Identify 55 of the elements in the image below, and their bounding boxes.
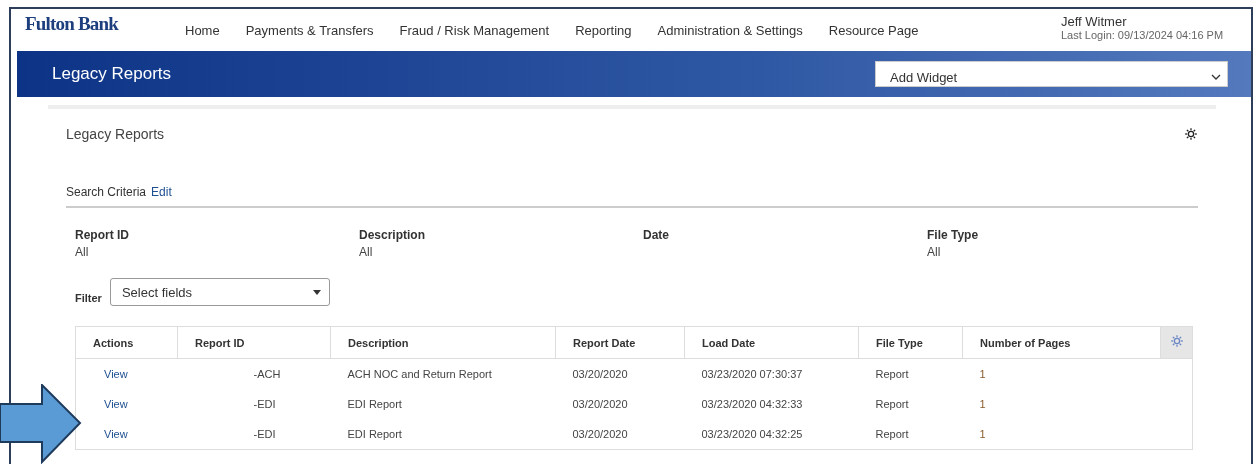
bank-logo[interactable]: Fulton Bank bbox=[25, 13, 185, 35]
table-cell-text: EDI Report bbox=[346, 397, 403, 412]
view-link[interactable]: View bbox=[104, 368, 128, 380]
view-link[interactable]: View bbox=[104, 398, 128, 410]
edit-link[interactable]: Edit bbox=[151, 185, 172, 199]
column-header: File Type bbox=[858, 326, 963, 359]
nav-link[interactable]: Reporting bbox=[575, 22, 632, 38]
nav-link[interactable]: Payments & Transfers bbox=[245, 22, 374, 38]
criteria-value: All bbox=[927, 245, 942, 259]
criteria-label: File Type bbox=[927, 228, 980, 242]
column-header: Load Date bbox=[684, 326, 859, 359]
search-criteria-label: Search Criteria bbox=[66, 185, 147, 199]
table-cell: -EDI bbox=[177, 419, 331, 450]
table-cell: 03/23/2020 04:32:25 bbox=[684, 419, 859, 450]
column-header: Description bbox=[330, 326, 556, 359]
criteria-label: Description bbox=[359, 228, 426, 242]
table-cell-text: -EDI bbox=[252, 397, 277, 412]
column-header: Report Date bbox=[555, 326, 685, 359]
filter-select[interactable]: Select fields bbox=[109, 278, 330, 306]
column-settings-button[interactable] bbox=[1160, 326, 1193, 359]
card-title: Legacy Reports bbox=[66, 126, 165, 142]
criteria-label: Date bbox=[643, 228, 670, 242]
nav-link[interactable]: Resource Page bbox=[828, 22, 919, 38]
view-link[interactable]: View bbox=[104, 428, 128, 440]
table-cell: Report bbox=[858, 419, 963, 450]
widget-select[interactable]: Add Widget bbox=[875, 61, 1228, 87]
table-cell: 1 bbox=[962, 419, 1161, 450]
caret-icon bbox=[312, 289, 321, 295]
table-cell-text: 1 bbox=[978, 397, 987, 412]
table-cell-text: Report bbox=[874, 397, 910, 412]
nav-link[interactable]: Administration & Settings bbox=[657, 22, 803, 38]
criteria-label: Report ID bbox=[75, 228, 130, 242]
column-header: Actions bbox=[75, 326, 178, 359]
page-title: Legacy Reports bbox=[52, 64, 172, 84]
table-cell-text: 03/23/2020 04:32:33 bbox=[700, 397, 804, 412]
table-cell: 1 bbox=[962, 358, 1161, 389]
arrow-icon bbox=[0, 384, 82, 464]
last-login: Last Login: 09/13/2024 04:16 PM bbox=[1061, 28, 1225, 41]
filter-label: Filter bbox=[75, 292, 102, 304]
table-cell: Report bbox=[858, 358, 963, 389]
criteria-value: All bbox=[75, 245, 90, 259]
nav-link[interactable]: Home bbox=[185, 22, 220, 38]
table-cell: EDI Report bbox=[330, 419, 556, 450]
criteria-value: All bbox=[359, 245, 374, 259]
table-cell-text: 03/20/2020 bbox=[571, 397, 629, 412]
column-header: Number of Pages bbox=[962, 326, 1161, 359]
table-cell: 03/20/2020 bbox=[555, 419, 685, 450]
table-cell: 03/20/2020 bbox=[555, 358, 685, 389]
table-cell: 03/23/2020 07:30:37 bbox=[684, 358, 859, 389]
nav-link[interactable]: Fraud / Risk Management bbox=[399, 22, 550, 38]
table-cell: ACH NOC and Return Report bbox=[330, 358, 556, 389]
table-cell: -ACH bbox=[177, 358, 331, 389]
column-header: Report ID bbox=[177, 326, 331, 359]
user-name: Jeff Witmer bbox=[1061, 13, 1128, 29]
settings-icon[interactable] bbox=[1184, 127, 1198, 141]
